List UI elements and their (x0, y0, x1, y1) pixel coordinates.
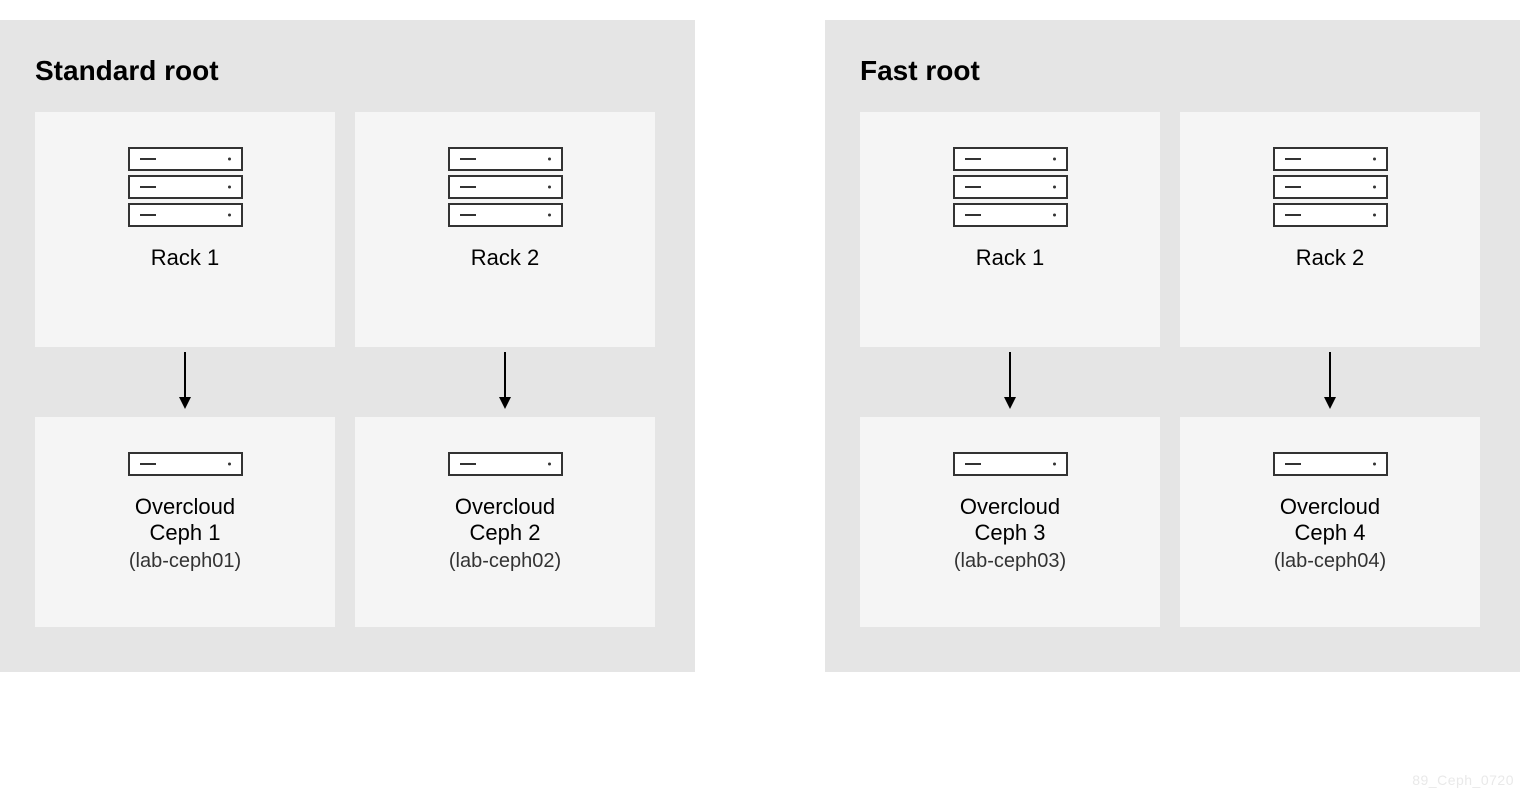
column-rack1: Rack 1 Overcloud Ceph 1 (lab-ceph01) (35, 112, 335, 627)
node-card: Overcloud Ceph 1 (lab-ceph01) (35, 417, 335, 627)
node-card: Overcloud Ceph 3 (lab-ceph03) (860, 417, 1160, 627)
node-subtitle: Ceph 4 (1295, 520, 1366, 546)
rack-card: Rack 1 (35, 112, 335, 347)
node-host: (lab-ceph03) (954, 550, 1066, 573)
rack-card: Rack 2 (1180, 112, 1480, 347)
arrow-down-icon (495, 347, 515, 417)
columns-container: Rack 1 Overcloud Ceph 3 (lab-ceph03) (860, 112, 1485, 627)
server-single-icon (1273, 452, 1388, 476)
server-unit-icon (953, 203, 1068, 227)
server-unit-icon (1273, 175, 1388, 199)
server-unit-icon (448, 175, 563, 199)
server-single-icon (448, 452, 563, 476)
node-subtitle: Ceph 1 (150, 520, 221, 546)
rack-label: Rack 1 (976, 245, 1044, 271)
rack-label: Rack 2 (471, 245, 539, 271)
server-stack-icon (448, 147, 563, 227)
column-rack2: Rack 2 Overcloud Ceph 2 (lab-ceph02) (355, 112, 655, 627)
columns-container: Rack 1 Overcloud Ceph 1 (lab-ceph01) (35, 112, 660, 627)
root-title: Fast root (860, 55, 1485, 87)
footer-code: 89_Ceph_0720 (1412, 772, 1514, 788)
root-panel-standard: Standard root Rack 1 (0, 20, 695, 672)
server-unit-icon (128, 147, 243, 171)
server-unit-icon (448, 203, 563, 227)
node-title: Overcloud (135, 494, 235, 520)
node-subtitle: Ceph 2 (470, 520, 541, 546)
column-rack2: Rack 2 Overcloud Ceph 4 (lab-ceph04) (1180, 112, 1480, 627)
rack-card: Rack 1 (860, 112, 1160, 347)
node-subtitle: Ceph 3 (975, 520, 1046, 546)
node-card: Overcloud Ceph 4 (lab-ceph04) (1180, 417, 1480, 627)
server-unit-icon (448, 452, 563, 476)
server-unit-icon (953, 452, 1068, 476)
server-unit-icon (128, 175, 243, 199)
server-unit-icon (1273, 147, 1388, 171)
server-stack-icon (953, 147, 1068, 227)
node-host: (lab-ceph04) (1274, 550, 1386, 573)
server-unit-icon (1273, 203, 1388, 227)
server-unit-icon (953, 147, 1068, 171)
server-unit-icon (128, 203, 243, 227)
arrow-down-icon (1320, 347, 1340, 417)
arrow-down-icon (1000, 347, 1020, 417)
node-card: Overcloud Ceph 2 (lab-ceph02) (355, 417, 655, 627)
server-unit-icon (1273, 452, 1388, 476)
root-panel-fast: Fast root Rack 1 (825, 20, 1520, 672)
root-title: Standard root (35, 55, 660, 87)
server-unit-icon (128, 452, 243, 476)
server-stack-icon (1273, 147, 1388, 227)
column-rack1: Rack 1 Overcloud Ceph 3 (lab-ceph03) (860, 112, 1160, 627)
node-title: Overcloud (1280, 494, 1380, 520)
rack-label: Rack 2 (1296, 245, 1364, 271)
server-single-icon (128, 452, 243, 476)
server-single-icon (953, 452, 1068, 476)
server-unit-icon (448, 147, 563, 171)
arrow-down-icon (175, 347, 195, 417)
diagram-canvas: Standard root Rack 1 (0, 0, 1520, 692)
node-title: Overcloud (455, 494, 555, 520)
rack-card: Rack 2 (355, 112, 655, 347)
node-host: (lab-ceph01) (129, 550, 241, 573)
node-title: Overcloud (960, 494, 1060, 520)
node-host: (lab-ceph02) (449, 550, 561, 573)
server-unit-icon (953, 175, 1068, 199)
server-stack-icon (128, 147, 243, 227)
rack-label: Rack 1 (151, 245, 219, 271)
